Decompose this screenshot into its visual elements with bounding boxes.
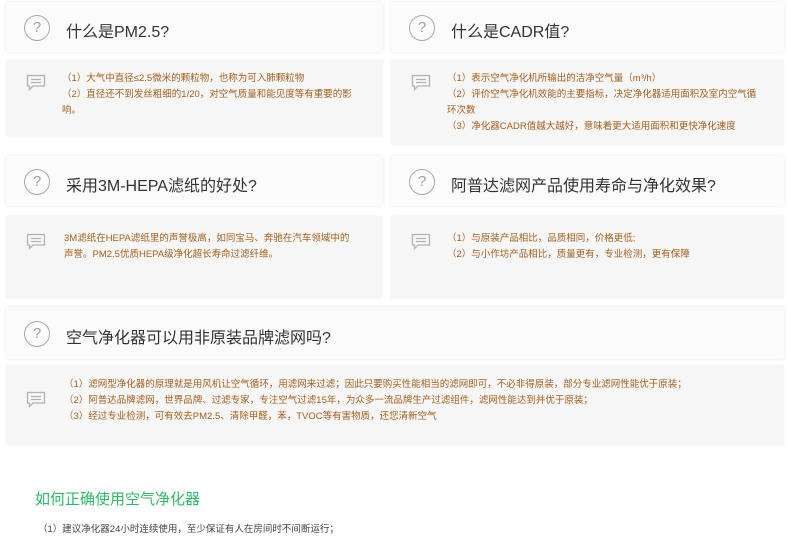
faq-answer-text: （1）滤网型净化器的原理就是用风机让空气循环，用滤网来过滤；因此只要购买性能相当…: [64, 377, 764, 425]
faq-question-title: 空气净化器可以用非原装品牌滤网吗?: [66, 330, 331, 347]
faq-question-title: 采用3M-HEPA滤纸的好处?: [66, 178, 257, 195]
comment-icon: [26, 233, 46, 250]
question-circle-icon: ?: [24, 15, 50, 41]
faq-answer-line: 3M滤纸在HEPA滤纸里的声誉极高，如同宝马、奔驰在汽车领域中的声誉。PM2.5…: [64, 233, 350, 260]
faq-question-title: 什么是PM2.5?: [66, 24, 170, 41]
faq-question-card[interactable]: ? 什么是PM2.5?: [6, 2, 383, 52]
question-circle-icon: ?: [24, 321, 50, 347]
faq-answer-card: （1）表示空气净化机所输出的洁净空气量（m³/h） （2）评价空气净化机效能的主…: [391, 60, 784, 145]
faq-answer-card: 3M滤纸在HEPA滤纸里的声誉极高，如同宝马、奔驰在汽车领域中的声誉。PM2.5…: [6, 216, 383, 298]
faq-answer-line: （2）与小作坊产品相比，质量更有，专业检测，更有保障: [447, 249, 690, 260]
faq-answer-line: （1）大气中直径≤2.5微米的颗粒物，也称为可入肺颗粒物: [62, 73, 305, 84]
faq-answer-text: 3M滤纸在HEPA滤纸里的声誉极高，如同宝马、奔驰在汽车领域中的声誉。PM2.5…: [64, 231, 354, 263]
faq-answer-line: （1）滤网型净化器的原理就是用风机让空气循环，用滤网来过滤；因此只要购买性能相当…: [64, 379, 687, 390]
usage-tip-line: （1）建议净化器24小时连续使用，至少保证有人在房间时不间断运行；: [38, 524, 339, 535]
comment-icon: [26, 391, 46, 408]
question-circle-icon: ?: [24, 169, 50, 195]
faq-question-title: 阿普达滤网产品使用寿命与净化效果?: [451, 178, 716, 195]
faq-answer-line: （2）评价空气净化机效能的主要指标，决定净化器适用面积及室内空气循环次数: [447, 89, 757, 116]
faq-answer-line: （2）阿普达品牌滤网，世界品牌、过滤专家，专注空气过滤15年，为众多一流品牌生产…: [64, 395, 593, 406]
faq-answer-line: （3）经过专业检测，可有效去PM2.5、清除甲醛，苯，TVOC等有害物质，还您清…: [64, 411, 437, 422]
comment-icon: [411, 74, 431, 91]
comment-icon: [26, 74, 46, 91]
faq-answer-text: （1）与原装产品相比，品质相同，价格更低; （2）与小作坊产品相比，质量更有，专…: [447, 231, 767, 263]
faq-question-card[interactable]: ? 什么是CADR值?: [391, 2, 784, 52]
faq-answer-card: （1）大气中直径≤2.5微米的颗粒物，也称为可入肺颗粒物 （2）直径还不到发丝粗…: [6, 60, 383, 136]
faq-question-card[interactable]: ? 采用3M-HEPA滤纸的好处?: [6, 156, 383, 206]
comment-icon: [411, 233, 431, 250]
section-title: 如何正确使用空气净化器: [35, 491, 201, 508]
faq-answer-line: （2）直径还不到发丝粗细的1/20，对空气质量和能见度等有重要的影响。: [62, 89, 352, 116]
faq-answer-text: （1）表示空气净化机所输出的洁净空气量（m³/h） （2）评价空气净化机效能的主…: [447, 71, 765, 135]
faq-question-card[interactable]: ? 阿普达滤网产品使用寿命与净化效果?: [391, 156, 784, 206]
faq-answer-text: （1）大气中直径≤2.5微米的颗粒物，也称为可入肺颗粒物 （2）直径还不到发丝粗…: [62, 71, 362, 119]
faq-answer-line: （3）净化器CADR值越大越好，意味着更大适用面积和更快净化速度: [447, 121, 736, 132]
faq-answer-line: （1）与原装产品相比，品质相同，价格更低;: [447, 233, 636, 244]
faq-answer-card: （1）滤网型净化器的原理就是用风机让空气循环，用滤网来过滤；因此只要购买性能相当…: [6, 365, 784, 445]
faq-answer-card: （1）与原装产品相比，品质相同，价格更低; （2）与小作坊产品相比，质量更有，专…: [391, 216, 784, 298]
question-circle-icon: ?: [409, 169, 435, 195]
faq-question-title: 什么是CADR值?: [451, 24, 570, 41]
faq-question-card[interactable]: ? 空气净化器可以用非原装品牌滤网吗?: [6, 307, 784, 359]
question-circle-icon: ?: [409, 15, 435, 41]
faq-answer-line: （1）表示空气净化机所输出的洁净空气量（m³/h）: [447, 73, 662, 84]
